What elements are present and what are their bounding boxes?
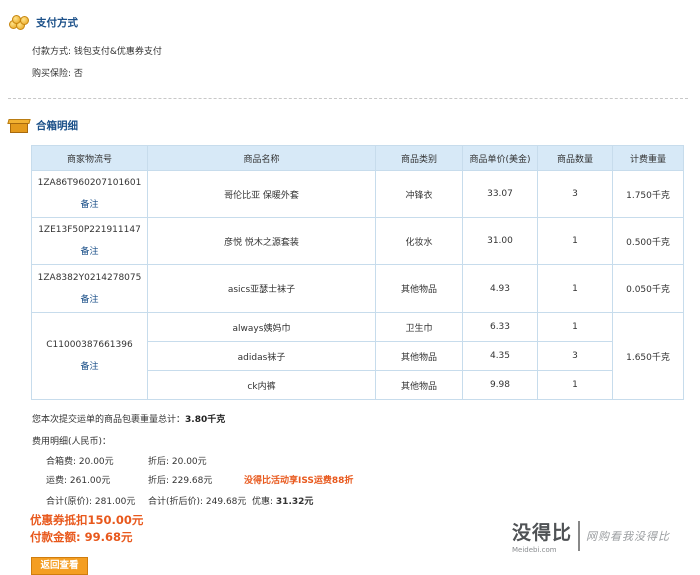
tracking-number-link[interactable]: 1ZA86T960207101601 (32, 178, 147, 188)
item-category: 化妆水 (375, 217, 463, 265)
item-category: 冲锋衣 (375, 170, 463, 218)
box-detail-table: 商家物流号 商品名称 商品类别 商品单价(美金) 商品数量 计费重量 1ZA86… (31, 145, 684, 400)
section-divider (8, 98, 688, 99)
tracking-cell: 1ZE13F50P221911147 备注 (31, 217, 148, 265)
item-name: 彦悦 悦木之源套装 (147, 217, 376, 265)
watermark-main: 没得比 (512, 522, 573, 544)
item-category: 其他物品 (375, 341, 463, 371)
box-icon (7, 117, 31, 133)
tracking-cell: C11000387661396 备注 (31, 312, 148, 400)
column-header: 商品单价(美金) (462, 145, 538, 171)
table-header-row: 商家物流号 商品名称 商品类别 商品单价(美金) 商品数量 计费重量 (31, 145, 684, 171)
shipping-fee-after: 折后: 229.68元 (148, 476, 213, 486)
tracking-cell: 1ZA8382Y0214278075 备注 (31, 264, 148, 313)
payment-title: 支付方式 (36, 16, 78, 29)
box-fee-after: 折后: 20.00元 (148, 457, 207, 467)
box-section-header: 合箱明细 (7, 117, 78, 133)
column-header: 商品数量 (537, 145, 613, 171)
payment-section-header: 支付方式 (8, 14, 78, 30)
item-qty: 1 (537, 264, 613, 313)
note-link[interactable]: 备注 (32, 292, 147, 305)
payment-method: 付款方式: 钱包支付&优惠券支付 (32, 47, 162, 57)
note-link[interactable]: 备注 (32, 244, 147, 257)
item-qty: 3 (537, 170, 613, 218)
table-row: 1ZA86T960207101601 备注 哥伦比亚 保暖外套 冲锋衣 33.0… (31, 170, 684, 218)
note-link[interactable]: 备注 (32, 197, 147, 210)
column-header: 商品名称 (147, 145, 376, 171)
total-weight-label: 您本次提交运单的商品包裹重量总计： (32, 415, 186, 425)
item-price: 31.00 (462, 217, 538, 265)
item-qty: 1 (537, 217, 613, 265)
promo-text: 没得比活动享ISS运费88折 (244, 476, 354, 486)
item-weight: 0.050千克 (612, 264, 684, 313)
item-price: 9.98 (462, 370, 538, 400)
item-qty: 3 (537, 341, 613, 371)
item-name: asics亚瑟士袜子 (147, 264, 376, 313)
item-name: always姨妈巾 (147, 312, 376, 342)
item-name: ck内裤 (147, 370, 376, 400)
note-link[interactable]: 备注 (32, 359, 147, 372)
table-row: 1ZE13F50P221911147 备注 彦悦 悦木之源套装 化妆水 31.0… (31, 217, 684, 265)
item-price: 4.93 (462, 264, 538, 313)
item-weight: 1.650千克 (612, 312, 684, 400)
item-category: 其他物品 (375, 370, 463, 400)
watermark-divider (578, 521, 581, 551)
watermark: 没得比 Meidebi.com 网购看我没得比 (512, 518, 670, 554)
discount-label: 优惠: (252, 497, 274, 507)
item-qty: 1 (537, 370, 613, 400)
table-row: 1ZA8382Y0214278075 备注 asics亚瑟士袜子 其他物品 4.… (31, 264, 684, 313)
watermark-slogan: 网购看我没得比 (586, 530, 671, 543)
item-weight: 0.500千克 (612, 217, 684, 265)
shipping-fee: 运费: 261.00元 (46, 476, 111, 486)
tracking-number-link[interactable]: 1ZE13F50P221911147 (32, 225, 147, 235)
total-original: 合计(原价): 281.00元 (46, 497, 136, 507)
insurance-info: 购买保险: 否 (32, 69, 83, 79)
table-row: C11000387661396 备注 always姨妈巾 卫生巾 6.33 1 … (31, 312, 684, 400)
coupon-deduction: 优惠券抵扣150.00元 (30, 513, 144, 527)
box-title: 合箱明细 (36, 119, 78, 132)
total-weight: 您本次提交运单的商品包裹重量总计：3.80千克 (32, 412, 225, 425)
tracking-number-link[interactable]: 1ZA8382Y0214278075 (32, 273, 147, 283)
item-price: 6.33 (462, 312, 538, 342)
item-category: 其他物品 (375, 264, 463, 313)
column-header: 商品类别 (375, 145, 463, 171)
watermark-logo: 没得比 Meidebi.com (512, 518, 572, 554)
item-name: adidas袜子 (147, 341, 376, 371)
fee-title: 费用明细(人民币)： (32, 437, 112, 447)
box-fee: 合箱费: 20.00元 (46, 457, 114, 467)
item-price: 33.07 (462, 170, 538, 218)
item-weight: 1.750千克 (612, 170, 684, 218)
column-header: 计费重量 (612, 145, 684, 171)
column-header: 商家物流号 (31, 145, 148, 171)
coins-icon (8, 14, 30, 30)
watermark-sub: Meidebi.com (512, 546, 557, 554)
item-qty: 1 (537, 312, 613, 342)
back-button[interactable]: 返回查看 (31, 557, 88, 575)
tracking-number-link[interactable]: C11000387661396 (32, 340, 147, 350)
total-weight-value: 3.80千克 (185, 415, 226, 425)
item-price: 4.35 (462, 341, 538, 371)
payment-amount: 付款金额: 99.68元 (30, 530, 133, 544)
item-name: 哥伦比亚 保暖外套 (147, 170, 376, 218)
tracking-cell: 1ZA86T960207101601 备注 (31, 170, 148, 218)
discount-value: 31.32元 (275, 497, 314, 507)
total-discounted: 合计(折后价): 249.68元 (148, 497, 247, 507)
discount: 优惠: 31.32元 (252, 494, 313, 507)
item-category: 卫生巾 (375, 312, 463, 342)
